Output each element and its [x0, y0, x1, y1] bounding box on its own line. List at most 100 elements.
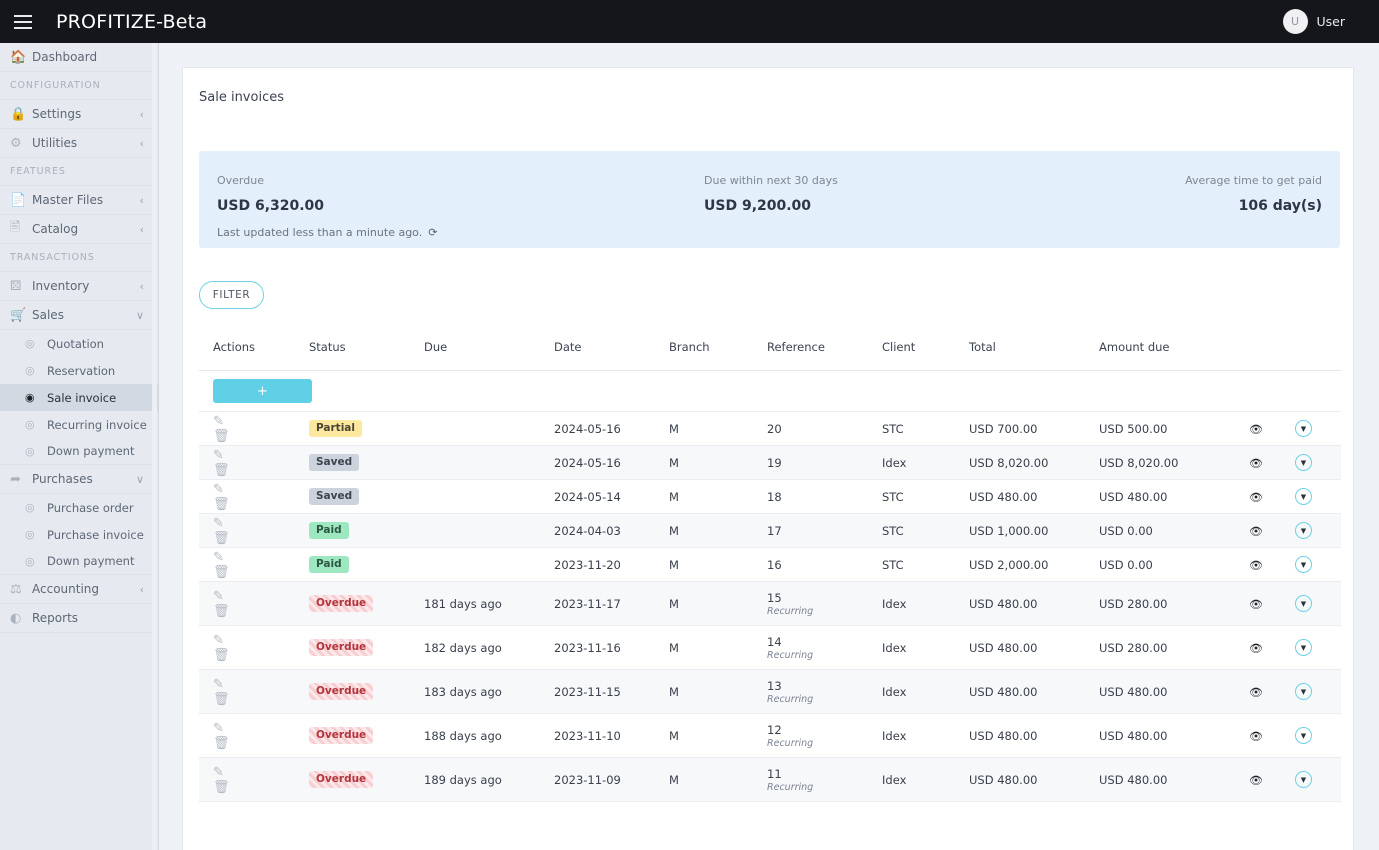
sidebar-item-reports[interactable]: ◐ Reports [0, 604, 158, 633]
chevron-down-icon[interactable]: ▼ [1295, 522, 1312, 539]
sidebar-item-catalog[interactable]: 🖹 Catalog ‹ [0, 215, 158, 244]
sidebar-item-purchase-invoice[interactable]: ◎ Purchase invoice [0, 521, 158, 548]
cell-total: USD 480.00 [969, 669, 1099, 714]
trash-icon[interactable]: 🗑 [213, 497, 263, 512]
chevron-down-icon[interactable]: ▼ [1295, 683, 1312, 700]
pencil-icon[interactable]: ✎ [213, 448, 263, 463]
sidebar-item-reservation[interactable]: ◎ Reservation [0, 357, 158, 384]
refresh-icon[interactable]: ⟳ [428, 226, 437, 239]
cell-reference: 15 [767, 590, 782, 605]
eye-icon[interactable]: 👁 [1249, 686, 1263, 699]
status-badge: Overdue [309, 682, 374, 701]
sidebar-item-label: Inventory [32, 279, 90, 293]
sidebar-item-recurring-invoice[interactable]: ◎ Recurring invoice [0, 411, 158, 438]
sidebar-item-purchases[interactable]: ➦ Purchases ∨ [0, 465, 158, 494]
summary-overdue: Overdue USD 6,320.00 [217, 174, 324, 214]
chevron-down-icon[interactable]: ▼ [1295, 420, 1312, 437]
sidebar-item-dashboard[interactable]: 🏠 Dashboard [0, 43, 158, 72]
cell-amount-due: USD 280.00 [1099, 581, 1249, 626]
eye-icon[interactable]: 👁 [1249, 559, 1263, 572]
pie-chart-icon: ◐ [10, 610, 22, 626]
pencil-icon[interactable]: ✎ [213, 721, 263, 736]
sidebar-item-purchase-order[interactable]: ◎ Purchase order [0, 494, 158, 521]
sidebar-item-accounting[interactable]: ⚖ Accounting ‹ [0, 575, 158, 604]
status-badge: Saved [309, 453, 360, 472]
pencil-icon[interactable]: ✎ [213, 482, 263, 497]
pencil-icon[interactable]: ✎ [213, 589, 263, 604]
status-badge: Partial [309, 419, 362, 438]
eye-icon[interactable]: 👁 [1249, 598, 1263, 611]
chevron-down-icon[interactable]: ▼ [1295, 454, 1312, 471]
sidebar-item-label: Purchase invoice [47, 527, 144, 542]
pencil-icon[interactable]: ✎ [213, 414, 263, 429]
pencil-icon[interactable]: ✎ [213, 516, 263, 531]
lock-icon: 🔒 [10, 106, 27, 122]
circle-dot-icon: ◎ [25, 418, 35, 431]
cell-client: Idex [882, 581, 969, 626]
trash-icon[interactable]: 🗑 [213, 463, 263, 478]
table-row: ✎🗑 Overdue 188 days ago 2023-11-10 M 12 Recurr… [199, 713, 1341, 758]
summary-average-value: 106 day(s) [1238, 198, 1322, 214]
hamburger-icon[interactable] [0, 0, 46, 43]
cell-reference-sub: Recurring [767, 649, 814, 661]
cell-reference: 17 [767, 523, 782, 538]
cell-amount-due: USD 0.00 [1099, 513, 1249, 548]
add-row: + [199, 371, 1341, 412]
sidebar-item-settings[interactable]: 🔒 Settings ‹ [0, 100, 158, 129]
column-header-date: Date [554, 340, 669, 371]
pencil-icon[interactable]: ✎ [213, 677, 263, 692]
eye-icon[interactable]: 👁 [1249, 730, 1263, 743]
eye-icon[interactable]: 👁 [1249, 423, 1263, 436]
trash-icon[interactable]: 🗑 [213, 736, 263, 751]
pencil-icon[interactable]: ✎ [213, 633, 263, 648]
cell-date: 2023-11-16 [554, 625, 669, 670]
column-header-view [1249, 340, 1295, 371]
cell-date: 2023-11-10 [554, 713, 669, 758]
pencil-icon[interactable]: ✎ [213, 550, 263, 565]
sidebar-item-inventory[interactable]: ⚄ Inventory ‹ [0, 272, 158, 301]
sidebar-item-utilities[interactable]: ⚙ Utilities ‹ [0, 129, 158, 158]
trash-icon[interactable]: 🗑 [213, 531, 263, 546]
eye-icon[interactable]: 👁 [1249, 491, 1263, 504]
chevron-down-icon[interactable]: ▼ [1295, 727, 1312, 744]
filter-button[interactable]: FILTER [199, 281, 264, 309]
chevron-down-icon[interactable]: ▼ [1295, 595, 1312, 612]
sidebar-item-sale-invoice[interactable]: ◉ Sale invoice [0, 384, 158, 411]
eye-icon[interactable]: 👁 [1249, 642, 1263, 655]
sidebar-item-sales[interactable]: 🛒 Sales ∨ [0, 301, 158, 330]
home-icon: 🏠 [10, 49, 27, 65]
chevron-down-icon[interactable]: ▼ [1295, 639, 1312, 656]
trash-icon[interactable]: 🗑 [213, 429, 263, 444]
chevron-down-icon[interactable]: ▼ [1295, 488, 1312, 505]
cell-branch: M [669, 513, 767, 548]
cell-reference-sub: Recurring [767, 781, 814, 793]
trash-icon[interactable]: 🗑 [213, 604, 263, 619]
sidebar-item-quotation[interactable]: ◎ Quotation [0, 330, 158, 357]
cell-total: USD 2,000.00 [969, 547, 1099, 582]
circle-dot-icon: ◎ [25, 554, 35, 568]
sidebar-item-sales-down-payment[interactable]: ◎ Down payment [0, 438, 158, 465]
user-menu[interactable]: U User [1282, 0, 1345, 43]
sidebar-scrollbar[interactable] [152, 43, 157, 850]
sidebar-item-label: Accounting [32, 582, 100, 596]
sidebar-section-features: FEATURES [0, 158, 158, 186]
avatar: U [1282, 9, 1308, 34]
sidebar-item-purchases-down-payment[interactable]: ◎ Down payment [0, 548, 158, 575]
chevron-down-icon[interactable]: ▼ [1295, 771, 1312, 788]
trash-icon[interactable]: 🗑 [213, 780, 263, 795]
add-invoice-button[interactable]: + [213, 379, 312, 403]
chevron-down-icon[interactable]: ▼ [1295, 556, 1312, 573]
eye-icon[interactable]: 👁 [1249, 457, 1263, 470]
summary-due30-label: Due within next 30 days [704, 174, 838, 187]
trash-icon[interactable]: 🗑 [213, 648, 263, 663]
eye-icon[interactable]: 👁 [1249, 774, 1263, 787]
sidebar-item-master-files[interactable]: 📄 Master Files ‹ [0, 186, 158, 215]
trash-icon[interactable]: 🗑 [213, 692, 263, 707]
cell-total: USD 480.00 [969, 479, 1099, 514]
eye-icon[interactable]: 👁 [1249, 525, 1263, 538]
pencil-icon[interactable]: ✎ [213, 765, 263, 780]
trash-icon[interactable]: 🗑 [213, 565, 263, 580]
circle-dot-icon: ◉ [25, 391, 35, 404]
table-header-row: Actions Status Due Date Branch Reference… [199, 340, 1341, 371]
sidebar-item-label: Dashboard [32, 50, 98, 64]
